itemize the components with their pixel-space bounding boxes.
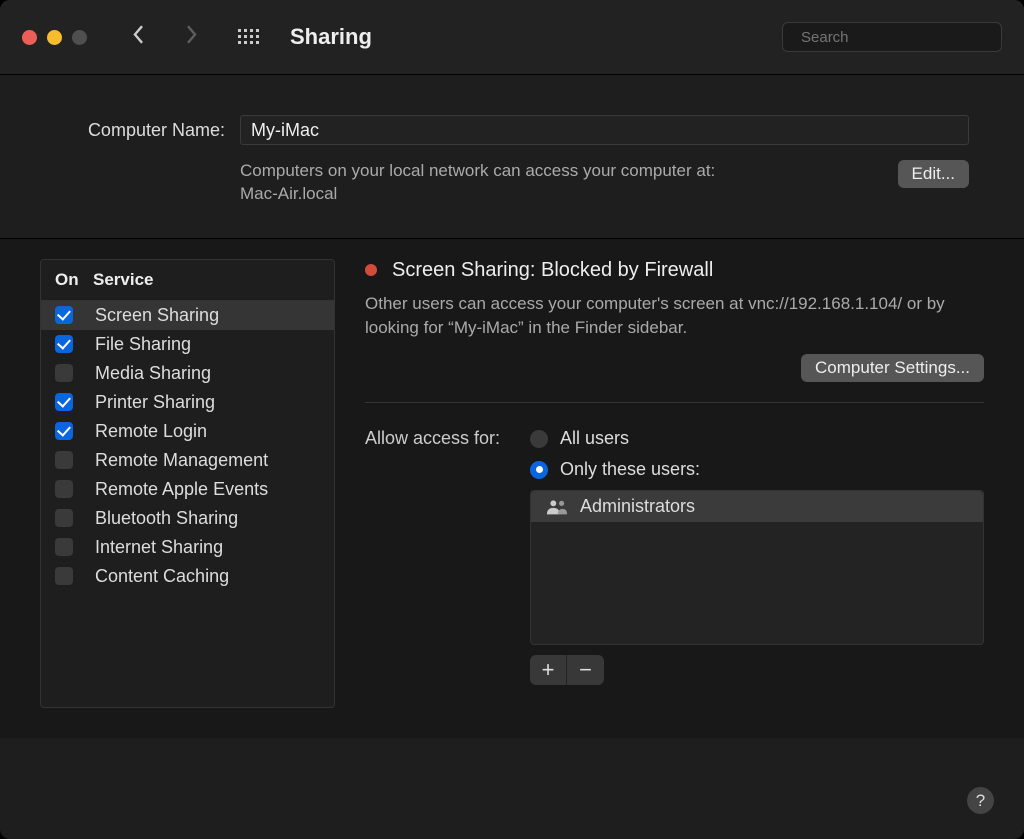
- service-row[interactable]: Media Sharing: [41, 359, 334, 388]
- show-all-button[interactable]: [238, 29, 260, 45]
- radio-all-users[interactable]: All users: [530, 428, 984, 449]
- service-row[interactable]: Printer Sharing: [41, 388, 334, 417]
- minimize-window-button[interactable]: [47, 30, 62, 45]
- status-row: Screen Sharing: Blocked by Firewall: [365, 259, 984, 282]
- service-checkbox[interactable]: [55, 567, 73, 585]
- service-label: Remote Login: [95, 421, 207, 442]
- add-remove-buttons: + −: [530, 655, 984, 685]
- service-row[interactable]: Remote Apple Events: [41, 475, 334, 504]
- status-description: Other users can access your computer's s…: [365, 292, 984, 340]
- column-on: On: [55, 270, 93, 290]
- computer-name-section: Computer Name: Computers on your local n…: [0, 75, 1024, 238]
- service-checkbox[interactable]: [55, 422, 73, 440]
- service-checkbox[interactable]: [55, 480, 73, 498]
- radio-label: Only these users:: [560, 459, 700, 480]
- service-label: Media Sharing: [95, 363, 211, 384]
- service-row[interactable]: Remote Management: [41, 446, 334, 475]
- computer-address-text: Computers on your local network can acce…: [240, 160, 715, 206]
- users-list[interactable]: Administrators: [530, 490, 984, 645]
- service-checkbox[interactable]: [55, 509, 73, 527]
- service-checkbox[interactable]: [55, 306, 73, 324]
- status-indicator-icon: [365, 264, 377, 276]
- service-label: Screen Sharing: [95, 305, 219, 326]
- search-input[interactable]: [801, 29, 1000, 46]
- radio-icon: [530, 430, 548, 448]
- page-title: Sharing: [290, 24, 372, 50]
- service-checkbox[interactable]: [55, 538, 73, 556]
- user-item-label: Administrators: [580, 496, 695, 517]
- service-detail: Screen Sharing: Blocked by Firewall Othe…: [365, 259, 984, 708]
- nav-buttons: [132, 25, 198, 49]
- search-field[interactable]: [782, 22, 1002, 52]
- services-table: On Service Screen Sharing File Sharing Med…: [40, 259, 335, 708]
- edit-button[interactable]: Edit...: [898, 160, 969, 188]
- computer-name-input[interactable]: [240, 115, 969, 145]
- service-row[interactable]: Screen Sharing: [41, 301, 334, 330]
- service-label: Content Caching: [95, 566, 229, 587]
- forward-button: [185, 25, 198, 49]
- section-separator: [365, 402, 984, 403]
- service-label: Printer Sharing: [95, 392, 215, 413]
- service-checkbox[interactable]: [55, 335, 73, 353]
- help-button[interactable]: ?: [967, 787, 994, 814]
- service-label: Bluetooth Sharing: [95, 508, 238, 529]
- traffic-lights: [22, 30, 87, 45]
- service-checkbox[interactable]: [55, 451, 73, 469]
- service-row[interactable]: Remote Login: [41, 417, 334, 446]
- service-label: Internet Sharing: [95, 537, 223, 558]
- radio-label: All users: [560, 428, 629, 449]
- service-row[interactable]: Content Caching: [41, 562, 334, 591]
- status-title: Screen Sharing: Blocked by Firewall: [392, 259, 713, 282]
- users-icon: [546, 499, 568, 515]
- titlebar: Sharing: [0, 0, 1024, 75]
- content-area: On Service Screen Sharing File Sharing Med…: [0, 238, 1024, 738]
- add-user-button[interactable]: +: [530, 655, 567, 685]
- computer-settings-button[interactable]: Computer Settings...: [801, 354, 984, 382]
- service-row[interactable]: Internet Sharing: [41, 533, 334, 562]
- radio-icon: [530, 461, 548, 479]
- services-table-header: On Service: [41, 260, 334, 301]
- service-checkbox[interactable]: [55, 393, 73, 411]
- service-row[interactable]: Bluetooth Sharing: [41, 504, 334, 533]
- service-label: File Sharing: [95, 334, 191, 355]
- service-row[interactable]: File Sharing: [41, 330, 334, 359]
- service-checkbox[interactable]: [55, 364, 73, 382]
- service-label: Remote Management: [95, 450, 268, 471]
- service-label: Remote Apple Events: [95, 479, 268, 500]
- maximize-window-button: [72, 30, 87, 45]
- user-item-administrators[interactable]: Administrators: [531, 491, 983, 522]
- computer-name-label: Computer Name:: [55, 120, 225, 141]
- close-window-button[interactable]: [22, 30, 37, 45]
- access-label: Allow access for:: [365, 428, 515, 685]
- radio-only-these-users[interactable]: Only these users:: [530, 459, 984, 480]
- system-preferences-window: Sharing Computer Name: Computers on your…: [0, 0, 1024, 839]
- column-service: Service: [93, 270, 154, 290]
- remove-user-button[interactable]: −: [567, 655, 604, 685]
- back-button[interactable]: [132, 25, 145, 49]
